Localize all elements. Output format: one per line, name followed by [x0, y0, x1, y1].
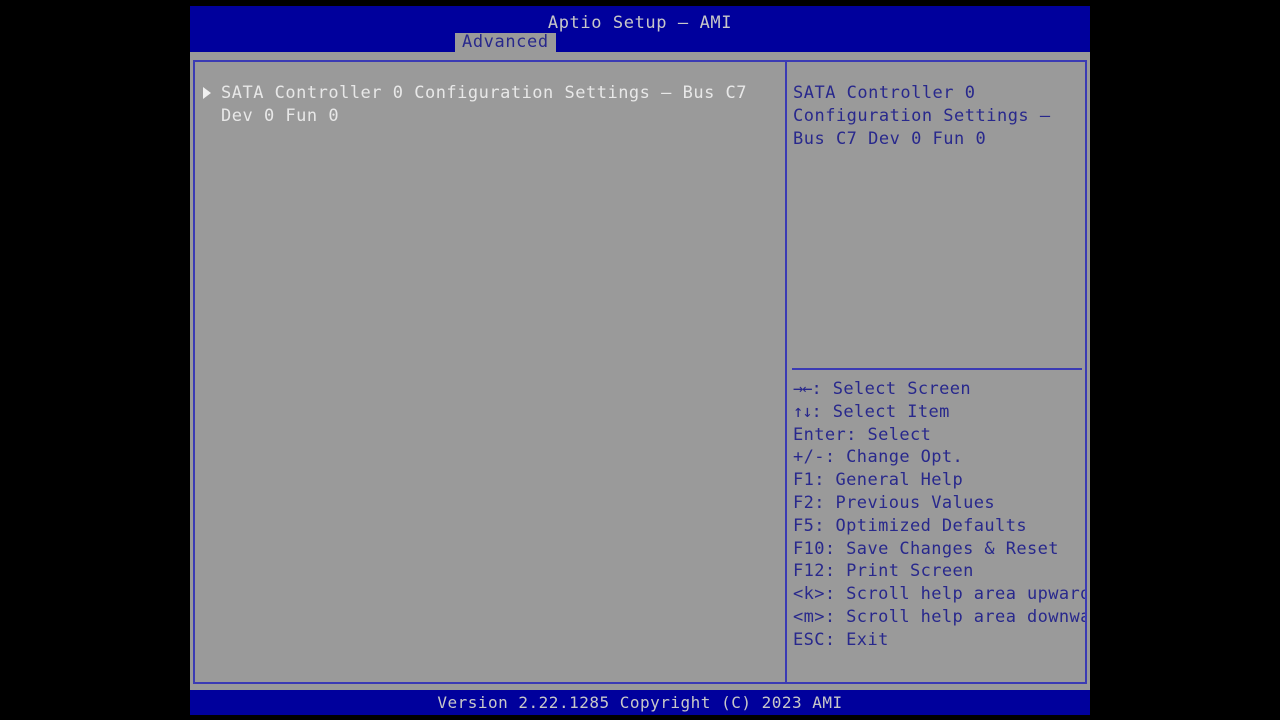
arrow-left-right-icon: →←: [793, 379, 813, 399]
key-legend-label: <k>: Scroll help area upwards: [793, 584, 1085, 605]
key-legend-label: : Select Item: [811, 401, 950, 422]
key-legend-row: <m>: Scroll help area downwards: [793, 606, 1085, 629]
key-legend-row: <k>: Scroll help area upwards: [793, 583, 1085, 606]
key-legend-label: F5: Optimized Defaults: [793, 515, 1027, 536]
key-legend-row: Enter: Select: [793, 424, 1085, 447]
help-divider: [792, 368, 1082, 370]
key-legend-label: +/-: Change Opt.: [793, 447, 964, 468]
tab-advanced[interactable]: Advanced: [455, 33, 556, 52]
list-item-label: SATA Controller 0 Configuration Settings…: [221, 83, 748, 126]
submenu-arrow-icon: [203, 87, 211, 99]
key-legend-label: Enter: Select: [793, 424, 932, 445]
key-legend-label: ESC: Exit: [793, 629, 889, 650]
key-legend-row: F1: General Help: [793, 469, 1085, 492]
settings-list-panel: SATA Controller 0 Configuration Settings…: [195, 62, 787, 682]
key-legend-label: F12: Print Screen: [793, 561, 974, 582]
key-legend-row: ↑↓: Select Item: [793, 401, 1085, 424]
key-legend-label: <m>: Scroll help area downwards: [793, 606, 1085, 627]
key-legend-label: F2: Previous Values: [793, 492, 996, 513]
key-legend-row: F2: Previous Values: [793, 492, 1085, 515]
list-item-sata-controller-0[interactable]: SATA Controller 0 Configuration Settings…: [195, 82, 785, 128]
help-description: SATA Controller 0 Configuration Settings…: [793, 83, 1051, 149]
screen-letterbox: Aptio Setup – AMI Advanced SATA Controll…: [0, 0, 1280, 720]
key-legend-row: +/-: Change Opt.: [793, 446, 1085, 469]
key-legend-row: ESC: Exit: [793, 629, 1085, 652]
settings-list: SATA Controller 0 Configuration Settings…: [195, 82, 785, 128]
page-title: Aptio Setup – AMI: [547, 13, 733, 33]
version-copyright-text: Version 2.22.1285 Copyright (C) 2023 AMI: [437, 693, 843, 712]
bios-setup-window: Aptio Setup – AMI Advanced SATA Controll…: [190, 6, 1090, 715]
key-legend-row: F5: Optimized Defaults: [793, 515, 1085, 538]
content-frame: SATA Controller 0 Configuration Settings…: [193, 60, 1087, 684]
key-legend-row: F12: Print Screen: [793, 560, 1085, 583]
key-legend-label: F1: General Help: [793, 470, 964, 491]
status-bar: Version 2.22.1285 Copyright (C) 2023 AMI: [190, 690, 1090, 715]
key-legend-label: : Select Screen: [811, 379, 972, 399]
title-bar: Aptio Setup – AMI Advanced: [190, 6, 1090, 52]
arrow-up-down-icon: ↑↓: [793, 401, 813, 422]
menu-tab-bar: Advanced: [190, 33, 1090, 52]
key-legend: →←: Select Screen ↑↓: Select Item Enter:…: [793, 378, 1085, 652]
key-legend-row: F10: Save Changes & Reset: [793, 538, 1085, 561]
help-panel: SATA Controller 0 Configuration Settings…: [789, 62, 1085, 682]
key-legend-label: F10: Save Changes & Reset: [793, 538, 1059, 559]
key-legend-row: →←: Select Screen: [793, 378, 1085, 401]
